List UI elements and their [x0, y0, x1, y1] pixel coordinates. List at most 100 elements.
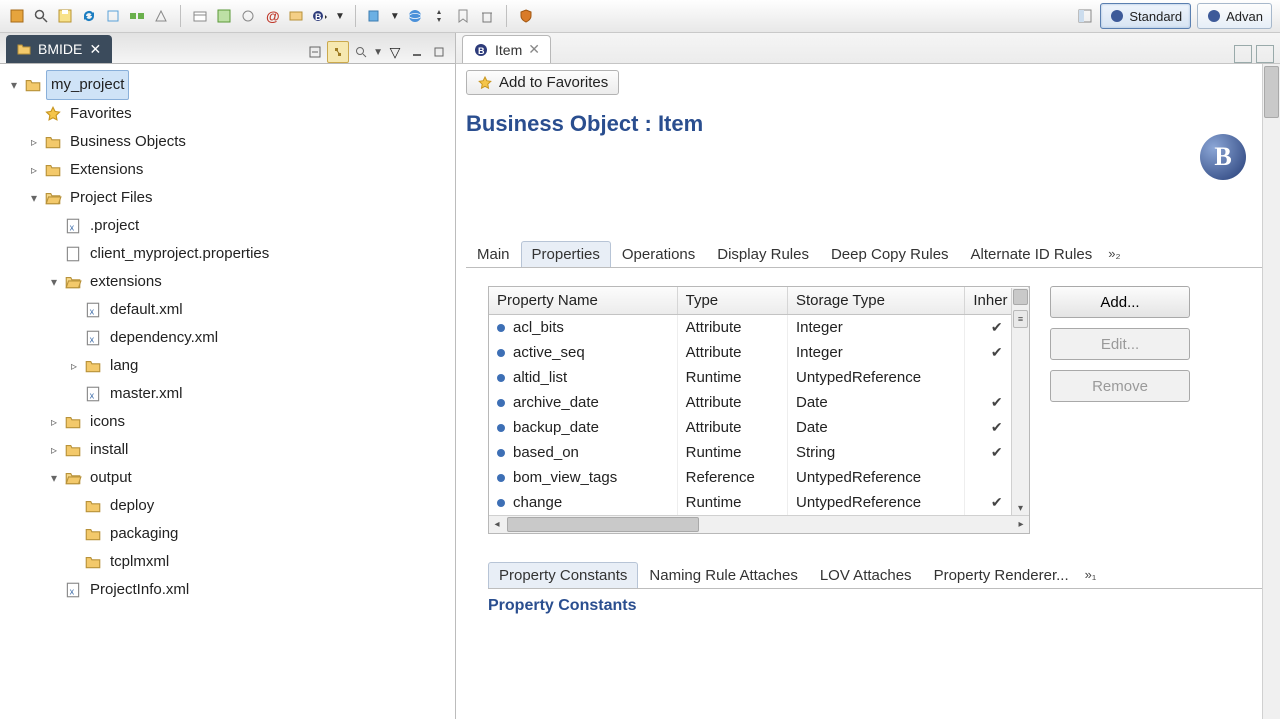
toolbar-icon[interactable] — [104, 7, 122, 25]
subtab-lov[interactable]: LOV Attaches — [809, 562, 923, 588]
item-icon: B — [473, 42, 489, 58]
remove-button[interactable]: Remove — [1050, 370, 1190, 402]
button-label: Add to Favorites — [499, 74, 608, 91]
tree-project-files[interactable]: ▾Project Files — [28, 184, 451, 212]
at-icon[interactable]: @ — [263, 7, 281, 25]
view-menu-icon[interactable]: ▽ — [385, 42, 405, 62]
table-horizontal-scrollbar[interactable]: ◂▸ — [489, 515, 1029, 533]
tree-deploy-folder[interactable]: deploy — [68, 492, 451, 520]
toolbar-icon[interactable] — [239, 7, 257, 25]
folder-open-icon — [64, 469, 82, 487]
trash-icon[interactable] — [478, 7, 496, 25]
project-tree[interactable]: ▾ my_project Favorites ▹Business Objects… — [0, 64, 455, 719]
tree-favorites[interactable]: Favorites — [28, 100, 451, 128]
minimize-icon[interactable] — [407, 42, 427, 62]
tab-display-rules[interactable]: Display Rules — [706, 241, 820, 267]
editor-vertical-scrollbar[interactable] — [1262, 64, 1280, 719]
tree-file[interactable]: xProjectInfo.xml — [48, 576, 451, 604]
add-button[interactable]: Add... — [1050, 286, 1190, 318]
collapse-all-icon[interactable] — [305, 42, 325, 62]
save-icon[interactable] — [56, 7, 74, 25]
dropdown-icon[interactable] — [366, 7, 384, 25]
maximize-icon[interactable] — [1256, 45, 1274, 63]
subtab-property-constants[interactable]: Property Constants — [488, 562, 638, 588]
xml-file-icon: x — [84, 385, 102, 403]
property-icon — [497, 499, 505, 507]
business-object-tabs: Main Properties Operations Display Rules… — [466, 241, 1262, 268]
property-icon — [497, 349, 505, 357]
add-to-favorites-button[interactable]: Add to Favorites — [466, 70, 619, 95]
svg-text:x: x — [90, 307, 95, 317]
perspective-advanced[interactable]: Advan — [1197, 3, 1272, 29]
search-icon[interactable] — [351, 42, 371, 62]
tree-file[interactable]: client_myproject.properties — [48, 240, 451, 268]
tree-output-folder[interactable]: ▾output — [48, 464, 451, 492]
tree-packaging-folder[interactable]: packaging — [68, 520, 451, 548]
tree-tcplmxml-folder[interactable]: tcplmxml — [68, 548, 451, 576]
toolbar-icon[interactable] — [430, 7, 448, 25]
tab-main[interactable]: Main — [466, 241, 521, 267]
tab-deep-copy[interactable]: Deep Copy Rules — [820, 241, 960, 267]
view-tab-bmide[interactable]: BMIDE ✕ — [6, 35, 112, 63]
toolbar-icon[interactable] — [128, 7, 146, 25]
link-editor-icon[interactable] — [327, 41, 349, 63]
tree-extensions-folder[interactable]: ▾extensions — [48, 268, 451, 296]
tree-label: install — [86, 436, 132, 464]
maximize-icon[interactable] — [429, 42, 449, 62]
toolbar-icon[interactable] — [287, 7, 305, 25]
properties-table[interactable]: Property Name Type Storage Type Inher ▴ … — [488, 286, 1030, 534]
close-icon[interactable]: ✕ — [88, 42, 102, 56]
tree-label: output — [86, 464, 136, 492]
tree-extensions[interactable]: ▹Extensions — [28, 156, 451, 184]
tab-properties[interactable]: Properties — [521, 241, 611, 267]
tree-icons-folder[interactable]: ▹icons — [48, 408, 451, 436]
toolbar-icon[interactable] — [8, 7, 26, 25]
subtabs-overflow[interactable]: »₁ — [1080, 562, 1102, 588]
subtab-renderer[interactable]: Property Renderer... — [923, 562, 1080, 588]
table-vertical-scrollbar[interactable]: ▴ ≡ ▾ — [1011, 288, 1029, 515]
col-storage-type[interactable]: Storage Type — [788, 287, 965, 315]
tabs-overflow[interactable]: »₂ — [1103, 241, 1125, 267]
editor-tab-item[interactable]: B Item ✕ — [462, 35, 551, 63]
property-subtabs: Property Constants Naming Rule Attaches … — [488, 562, 1262, 589]
editor-tab-label: Item — [495, 42, 522, 58]
col-type[interactable]: Type — [677, 287, 787, 315]
tree-root[interactable]: ▾ my_project — [8, 70, 451, 100]
minimize-icon[interactable] — [1234, 45, 1252, 63]
shield-icon[interactable] — [517, 7, 535, 25]
svg-text:x: x — [90, 391, 95, 401]
globe-icon[interactable] — [406, 7, 424, 25]
table-row[interactable]: changeRuntimeUntypedReference✔ — [489, 490, 1029, 515]
tab-operations[interactable]: Operations — [611, 241, 706, 267]
table-row[interactable]: backup_dateAttributeDate✔ — [489, 415, 1029, 440]
tree-file[interactable]: xmaster.xml — [68, 380, 451, 408]
table-row[interactable]: acl_bitsAttributeInteger✔ — [489, 315, 1029, 341]
refresh-icon[interactable] — [80, 7, 98, 25]
subtab-naming-rule[interactable]: Naming Rule Attaches — [638, 562, 808, 588]
tree-file[interactable]: xdefault.xml — [68, 296, 451, 324]
toolbar-icon[interactable] — [215, 7, 233, 25]
edit-button[interactable]: Edit... — [1050, 328, 1190, 360]
table-row[interactable]: based_onRuntimeString✔ — [489, 440, 1029, 465]
toolbar-icon[interactable] — [191, 7, 209, 25]
toolbar-icon[interactable] — [454, 7, 472, 25]
search-icon[interactable] — [32, 7, 50, 25]
dropdown-icon[interactable]: B — [311, 7, 329, 25]
table-row[interactable]: bom_view_tagsReferenceUntypedReference — [489, 465, 1029, 490]
folder-icon — [84, 553, 102, 571]
tree-file[interactable]: xdependency.xml — [68, 324, 451, 352]
col-property-name[interactable]: Property Name — [489, 287, 677, 315]
table-row[interactable]: archive_dateAttributeDate✔ — [489, 390, 1029, 415]
close-icon[interactable]: ✕ — [528, 41, 540, 58]
tree-business-objects[interactable]: ▹Business Objects — [28, 128, 451, 156]
table-row[interactable]: active_seqAttributeInteger✔ — [489, 340, 1029, 365]
table-row[interactable]: altid_listRuntimeUntypedReference — [489, 365, 1029, 390]
tab-alternate-id[interactable]: Alternate ID Rules — [960, 241, 1104, 267]
open-perspective-icon[interactable] — [1076, 7, 1094, 25]
tree-install-folder[interactable]: ▹install — [48, 436, 451, 464]
svg-text:x: x — [90, 335, 95, 345]
tree-file[interactable]: x.project — [48, 212, 451, 240]
perspective-standard[interactable]: Standard — [1100, 3, 1191, 29]
toolbar-icon[interactable] — [152, 7, 170, 25]
tree-lang-folder[interactable]: ▹lang — [68, 352, 451, 380]
